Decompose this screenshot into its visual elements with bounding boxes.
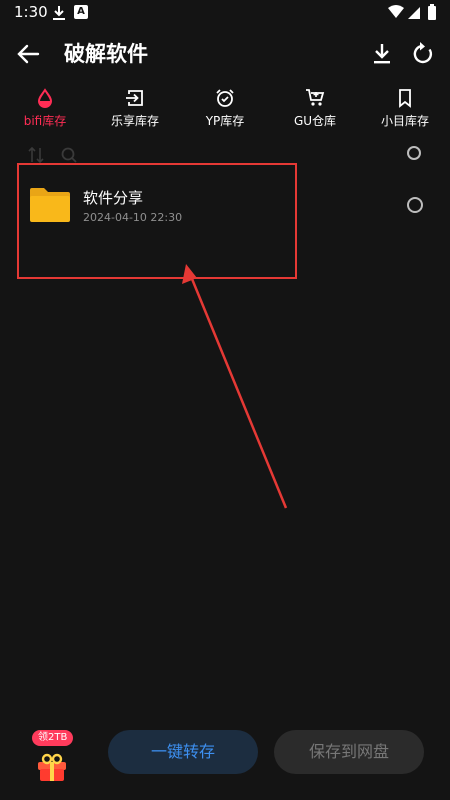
app-bar: 破解软件 — [0, 26, 450, 82]
battery-icon — [428, 6, 436, 20]
tab-gu[interactable]: GU仓库 — [270, 84, 360, 134]
tab-label: YP库存 — [205, 114, 245, 128]
back-arrow-icon[interactable] — [14, 40, 42, 68]
sort-icon[interactable] — [28, 146, 44, 164]
gift-promo[interactable]: 领2TB — [30, 730, 74, 786]
gift-badge: 领2TB — [32, 730, 74, 746]
status-bar: 1:30 A — [0, 0, 450, 26]
storage-tabs: bifi库存 乐享库存 YP库存 GU仓库 小目库存 — [0, 84, 450, 134]
tab-label: bifi库存 — [23, 114, 67, 128]
gift-box-icon — [38, 753, 66, 781]
status-time: 1:30 — [14, 3, 48, 21]
login-icon — [126, 90, 143, 106]
cart-icon — [306, 89, 325, 106]
tab-lexiang[interactable]: 乐享库存 — [90, 84, 180, 134]
tab-label: 乐享库存 — [110, 114, 159, 128]
tab-bifi[interactable]: bifi库存 — [0, 84, 90, 134]
tab-yp[interactable]: YP库存 — [180, 84, 270, 134]
save-to-drive-button[interactable]: 保存到网盘 — [274, 730, 424, 774]
signal-icon — [408, 7, 420, 19]
tab-label: GU仓库 — [293, 114, 337, 128]
system-status-icons — [388, 4, 436, 20]
tab-label: 小目库存 — [380, 114, 429, 128]
select-all-radio[interactable] — [407, 146, 421, 160]
file-select-radio[interactable] — [407, 197, 423, 213]
highlight-box — [17, 163, 297, 279]
wifi-icon — [388, 5, 404, 18]
search-icon[interactable] — [60, 146, 78, 164]
alarm-clock-icon — [216, 89, 234, 107]
app-notification-letter: A — [77, 6, 85, 17]
tab-xiaomu[interactable]: 小目库存 — [360, 84, 450, 134]
app-notification-icon: A — [74, 5, 88, 19]
bottom-bar: 领2TB 一键转存 保存到网盘 — [0, 720, 450, 800]
page-title: 破解软件 — [64, 42, 148, 66]
refresh-icon[interactable] — [409, 40, 437, 68]
bookmark-icon — [399, 89, 411, 108]
drop-icon — [37, 88, 53, 108]
download-status-icon — [53, 6, 65, 20]
download-icon[interactable] — [368, 40, 396, 68]
one-click-transfer-button[interactable]: 一键转存 — [108, 730, 258, 774]
